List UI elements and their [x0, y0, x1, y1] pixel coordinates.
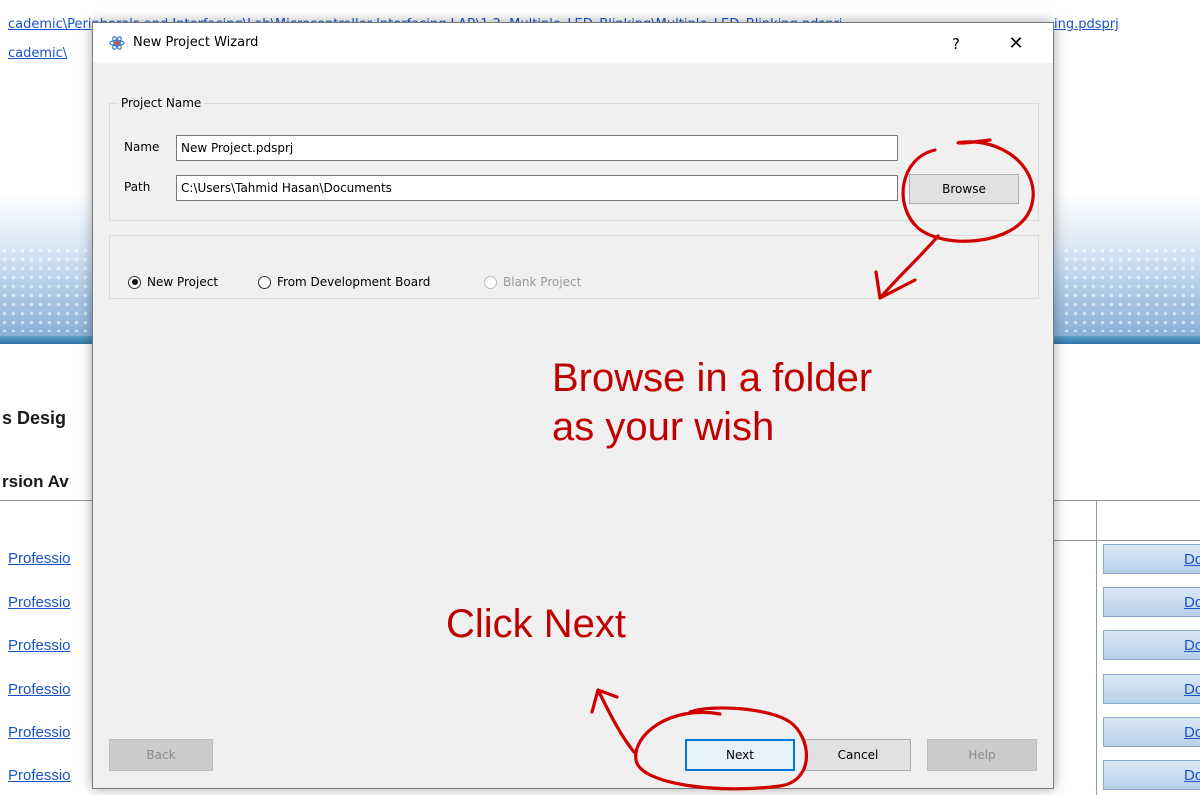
next-instruction-annotation: Click Next — [446, 602, 627, 646]
banner-pattern — [1062, 246, 1200, 332]
radio-from-development-board[interactable]: From Development Board — [258, 274, 430, 290]
cancel-button[interactable]: Cancel — [805, 739, 911, 771]
product-link[interactable]: Professio — [8, 681, 71, 698]
dialog-titlebar[interactable]: New Project Wizard ? ✕ — [93, 23, 1053, 63]
radio-button-disabled — [484, 275, 497, 289]
radio-label: From Development Board — [277, 275, 431, 289]
product-link[interactable]: Professio — [8, 724, 71, 741]
product-link[interactable]: Professio — [8, 550, 71, 567]
download-button[interactable]: Dov — [1103, 587, 1200, 617]
download-label: Dov — [1184, 681, 1200, 698]
project-name-input[interactable] — [176, 135, 898, 161]
page-subheading: rsion Av — [2, 472, 69, 491]
radio-button[interactable] — [258, 275, 271, 289]
browse-button[interactable]: Browse — [909, 174, 1019, 204]
table-border — [1054, 540, 1200, 541]
radio-label: Blank Project — [503, 275, 582, 289]
radio-new-project[interactable]: New Project — [128, 274, 218, 290]
page-heading: s Desig — [2, 408, 67, 428]
banner-pattern — [0, 246, 92, 332]
download-label: Dov — [1184, 551, 1200, 568]
project-path-input[interactable] — [176, 175, 898, 201]
download-button[interactable]: Dov — [1103, 544, 1200, 574]
download-label: Dov — [1184, 637, 1200, 654]
browse-instruction-annotation: Browse in a folder as your wish — [552, 354, 872, 452]
download-label: Dov — [1184, 767, 1200, 784]
download-button[interactable]: Dov — [1103, 630, 1200, 660]
download-label: Dov — [1184, 594, 1200, 611]
product-link[interactable]: Professio — [8, 594, 71, 611]
download-button[interactable]: Dov — [1103, 760, 1200, 790]
radio-button-checked[interactable] — [128, 275, 141, 289]
radio-label: New Project — [147, 275, 219, 289]
annotation-line: Browse in a folder — [552, 356, 873, 400]
dialog-title: New Project Wizard — [133, 35, 259, 50]
group-title: Project Name — [118, 96, 205, 110]
project-type-group: New Project From Development Board Blank… — [109, 235, 1039, 299]
recent-project-link[interactable]: cademic\ — [8, 46, 67, 61]
back-button: Back — [109, 739, 213, 771]
path-label: Path — [124, 180, 151, 194]
project-name-group: Project Name Name Path Browse — [109, 96, 1039, 221]
name-label: Name — [124, 140, 160, 154]
help-button: Help — [927, 739, 1037, 771]
product-link[interactable]: Professio — [8, 767, 71, 784]
proteus-app-icon — [109, 36, 125, 50]
download-button[interactable]: Dov — [1103, 717, 1200, 747]
close-button[interactable]: ✕ — [999, 32, 1033, 56]
product-link[interactable]: Professio — [8, 637, 71, 654]
radio-blank-project: Blank Project — [484, 274, 581, 290]
download-label: Dov — [1184, 724, 1200, 741]
table-border — [1096, 500, 1097, 795]
next-button[interactable]: Next — [685, 739, 795, 771]
title-help-button[interactable]: ? — [941, 32, 971, 56]
annotation-line: as your wish — [552, 404, 775, 449]
download-button[interactable]: Dov — [1103, 674, 1200, 704]
recent-project-link-tail[interactable]: ing.pdsprj — [1054, 17, 1119, 32]
